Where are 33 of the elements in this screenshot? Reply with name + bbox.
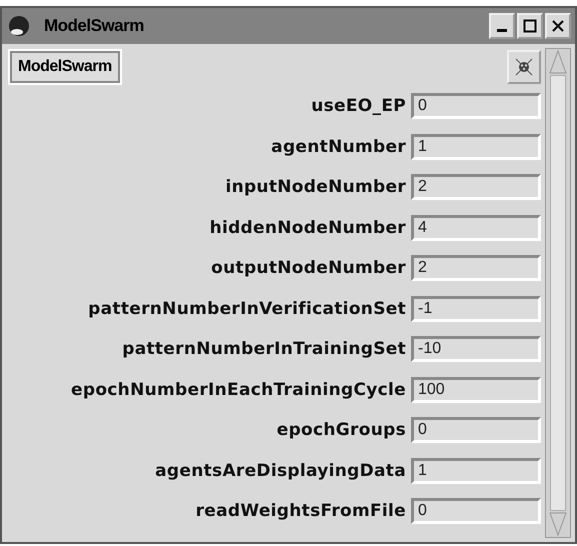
input-field[interactable]: 0 — [411, 93, 541, 120]
input-field[interactable]: 0 — [411, 498, 541, 524]
maximize-icon — [523, 19, 537, 33]
maximize-button[interactable] — [517, 13, 543, 39]
input-field[interactable]: 100 — [411, 376, 541, 403]
input-field[interactable]: -10 — [411, 336, 541, 362]
field-label: patternNumberInTrainingSet — [122, 339, 406, 360]
input-field[interactable]: 1 — [411, 458, 541, 484]
field-label: epochGroups — [276, 420, 406, 440]
input-field[interactable]: 2 — [411, 174, 541, 200]
input-field[interactable]: 2 — [411, 255, 541, 282]
field-label: epochNumberInEachTrainingCycle — [71, 380, 406, 400]
model-button[interactable]: ModelSwarm — [10, 51, 120, 83]
field-label: readWeightsFromFile — [196, 501, 406, 522]
field-label: agentNumber — [271, 136, 406, 157]
probe-button[interactable] — [507, 50, 541, 84]
field-label: agentsAreDisplayingData — [155, 460, 406, 481]
close-icon — [551, 19, 565, 33]
input-field[interactable]: -1 — [411, 296, 541, 322]
field-label: outputNodeNumber — [211, 258, 406, 278]
field-label: hiddenNodeNumber — [210, 218, 406, 238]
minimize-icon — [497, 29, 507, 32]
input-field[interactable]: 0 — [411, 417, 541, 444]
input-field[interactable]: 4 — [411, 214, 541, 241]
field-label: useEO_EP — [311, 96, 406, 116]
field-label: inputNodeNumber — [225, 177, 406, 198]
minimize-button[interactable] — [489, 13, 515, 39]
field-label: patternNumberInVerificationSet — [88, 298, 406, 319]
input-field[interactable]: 1 — [411, 134, 541, 160]
bug-icon — [514, 57, 534, 77]
window-title: ModelSwarm — [44, 16, 145, 36]
app-icon — [8, 15, 30, 37]
close-button[interactable] — [545, 13, 571, 39]
